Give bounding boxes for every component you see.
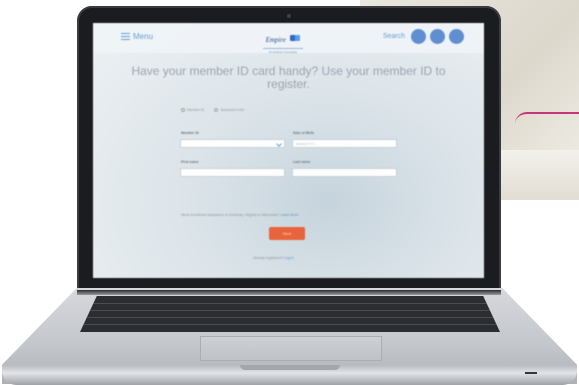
- radio-label: Someone's info: [220, 108, 245, 112]
- search-link[interactable]: Search: [383, 33, 405, 40]
- radio-label: Member ID: [187, 108, 205, 112]
- header-actions: Search: [383, 29, 464, 44]
- enrollment-help-text: Need enrollment assistance in Kentucky, …: [181, 213, 298, 217]
- chevron-down-icon: [276, 141, 282, 147]
- laptop-hinge: [77, 290, 501, 295]
- site-logo[interactable]: Empire An Anthem Company: [263, 29, 303, 54]
- date-of-birth-field[interactable]: MM/DD/YYYY: [292, 139, 397, 148]
- laptop-screen: Menu Empire An Anthem Company Search Hav…: [93, 23, 484, 278]
- log-in-link[interactable]: Log in: [284, 256, 294, 260]
- key-row-divider: [80, 303, 500, 304]
- already-text: Already registered?: [253, 256, 284, 260]
- help-text: Need enrollment assistance in Kentucky, …: [181, 213, 280, 217]
- laptop-keyboard: [80, 296, 500, 332]
- cross-shield-icon: [290, 34, 301, 41]
- key-row-divider: [80, 317, 500, 318]
- last-name-field[interactable]: [292, 168, 397, 177]
- page-title: Have your member ID card handy? Use your…: [131, 64, 446, 91]
- radio-icon: [181, 108, 185, 112]
- radio-icon: [214, 108, 219, 112]
- help-icon[interactable]: [449, 29, 464, 44]
- date-of-birth-label: Date of Birth: [293, 131, 314, 135]
- webcam: [287, 14, 291, 18]
- menu-label: Menu: [133, 32, 154, 41]
- member-id-field[interactable]: [180, 139, 285, 148]
- key-row-divider: [80, 310, 500, 311]
- laptop-touchpad: [200, 336, 382, 361]
- first-name-field[interactable]: [180, 168, 285, 177]
- laptop-lid: Menu Empire An Anthem Company Search Hav…: [77, 6, 501, 292]
- menu-button[interactable]: Menu: [121, 32, 153, 41]
- account-icon[interactable]: [411, 29, 426, 44]
- logo-wordmark: Empire: [265, 36, 286, 44]
- logo-subtext: An Anthem Company: [268, 50, 298, 54]
- key-row-divider: [80, 324, 500, 325]
- hamburger-icon: [121, 33, 130, 40]
- member-id-label: Member ID: [181, 131, 199, 135]
- already-registered-text: Already registered? Log in: [253, 256, 294, 260]
- chat-icon[interactable]: [430, 29, 445, 44]
- learn-more-link[interactable]: Learn More: [281, 213, 299, 217]
- id-type-radio-group: Member ID Someone's info: [181, 108, 244, 112]
- background-lamp-arc: [515, 112, 579, 124]
- logo-divider: [263, 48, 303, 49]
- next-button[interactable]: Next: [269, 227, 305, 240]
- status-led: [525, 372, 537, 374]
- radio-other-info[interactable]: Someone's info: [214, 108, 244, 112]
- last-name-label: Last name: [293, 160, 311, 164]
- site-header: Menu Empire An Anthem Company Search: [93, 23, 484, 54]
- radio-member-id[interactable]: Member ID: [181, 108, 204, 112]
- first-name-label: First name: [181, 160, 199, 164]
- laptop-notch: [240, 365, 340, 370]
